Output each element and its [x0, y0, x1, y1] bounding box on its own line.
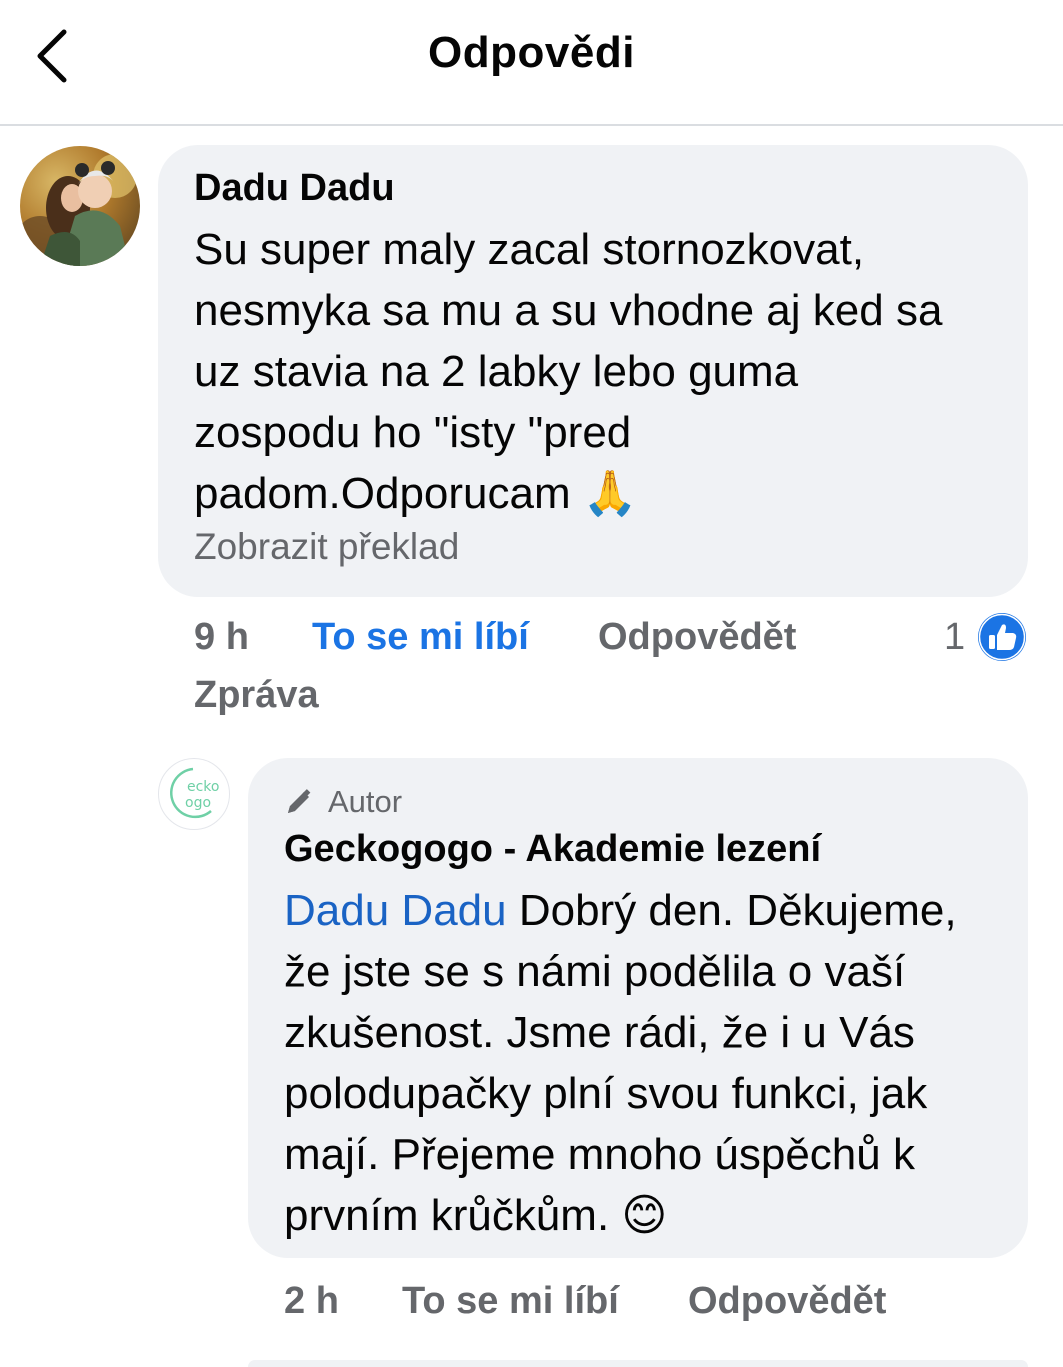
- avatar-dadu[interactable]: [20, 146, 140, 266]
- reply-body: Dobrý den. Děkujeme, že jste se s námi p…: [284, 886, 957, 1240]
- translate-link[interactable]: Zobrazit překlad: [194, 524, 992, 570]
- author-badge: Autor: [284, 782, 998, 822]
- avatar-geckogogo[interactable]: ecko ogo: [158, 758, 230, 830]
- reaction-summary[interactable]: 1: [944, 612, 1027, 662]
- reply-author[interactable]: Geckogogo - Akademie lezení: [284, 826, 998, 872]
- reply-button[interactable]: Odpovědět: [598, 616, 796, 659]
- reply-like-button[interactable]: To se mi líbí: [402, 1280, 619, 1323]
- comment-author[interactable]: Dadu Dadu: [194, 165, 992, 211]
- folded-hands-emoji: 🙏: [582, 469, 638, 518]
- reply-bubble: Autor Geckogogo - Akademie lezení Dadu D…: [248, 758, 1028, 1258]
- comment-actions: 9 h To se mi líbí Odpovědět Zpráva: [0, 616, 1063, 726]
- reply-actions: 2 h To se mi líbí Odpovědět: [0, 1280, 1063, 1340]
- comment-text: Su super maly zacal stornozkovat, nesmyk…: [194, 219, 954, 524]
- top-bar: Odpovědi: [0, 0, 1063, 126]
- comment-body: Su super maly zacal stornozkovat, nesmyk…: [194, 225, 943, 518]
- reply-reply-button[interactable]: Odpovědět: [688, 1280, 886, 1323]
- next-item-peek: [248, 1360, 1028, 1367]
- svg-text:ecko: ecko: [187, 779, 219, 795]
- reply-time: 2 h: [284, 1280, 339, 1322]
- pencil-icon: [288, 789, 311, 813]
- like-button[interactable]: To se mi líbí: [312, 616, 529, 659]
- page-title: Odpovědi: [428, 28, 635, 77]
- comment-bubble: Dadu Dadu Su super maly zacal stornozkov…: [158, 145, 1028, 597]
- like-thumb-icon: [978, 613, 1027, 661]
- svg-text:ogo: ogo: [185, 795, 211, 811]
- smiling-emoji: 😊: [621, 1191, 668, 1240]
- message-button[interactable]: Zpráva: [194, 674, 319, 717]
- reply-text: Dadu Dadu Dobrý den. Děkujeme, že jste s…: [284, 880, 1004, 1246]
- comment-time: 9 h: [194, 616, 249, 658]
- author-badge-label: Autor: [328, 784, 403, 819]
- reply-mention[interactable]: Dadu Dadu: [284, 886, 507, 935]
- reaction-count: 1: [944, 615, 966, 658]
